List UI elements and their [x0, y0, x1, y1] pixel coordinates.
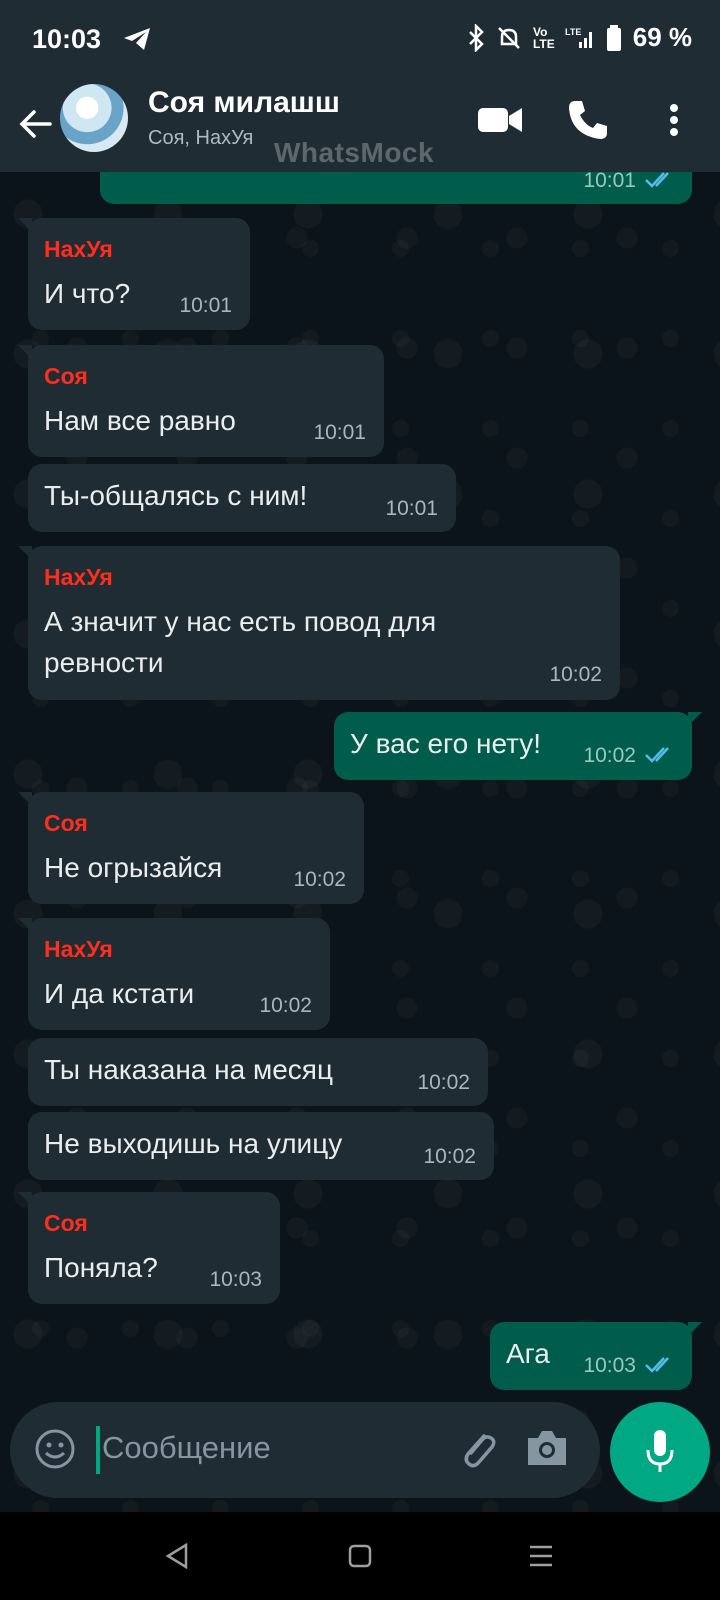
message-sender: Соя: [44, 810, 88, 836]
message-text: Не огрызайся: [44, 852, 223, 883]
message-sender: НахУя: [44, 936, 113, 962]
bluetooth-icon: [469, 23, 484, 52]
message-time: 10:01: [179, 294, 232, 317]
message-incoming[interactable]: Соя Не огрызайся 10:02: [18, 792, 364, 904]
mute-icon: [498, 26, 520, 49]
svg-text:LTE: LTE: [565, 27, 581, 37]
status-icons: Vo LTE LTE 69 %: [467, 22, 692, 53]
message-incoming[interactable]: Соя Нам все равно 10:01: [18, 345, 384, 457]
status-time: 10:03: [32, 24, 102, 54]
system-nav-bar: [0, 1512, 720, 1600]
attach-icon[interactable]: [454, 1426, 502, 1474]
message-time: 10:01: [385, 497, 438, 520]
chat-title[interactable]: Соя милашш: [148, 86, 340, 120]
message-time: 10:02: [583, 744, 636, 767]
message-text: Поняла?: [44, 1252, 158, 1283]
message-time: 10:01: [583, 172, 636, 192]
message-outgoing[interactable]: У вас его нету! 10:02: [334, 712, 702, 780]
mic-button[interactable]: [610, 1402, 710, 1502]
mic-icon: [646, 1430, 674, 1472]
chat-area[interactable]: 10:01 НахУя И что? 10:01 Соя Нам все рав…: [0, 172, 720, 1512]
message-composer[interactable]: Сообщение: [10, 1402, 600, 1498]
volte-icon: Vo LTE: [532, 24, 555, 51]
message-text: А значит у нас есть повод для: [44, 606, 437, 637]
message-text: Ты наказана на месяц: [44, 1054, 333, 1085]
message-sender: Соя: [44, 1210, 88, 1236]
chat-members[interactable]: Соя, НахУя: [148, 127, 253, 150]
message-time: 10:03: [209, 1268, 262, 1291]
nav-recents-icon[interactable]: [528, 1544, 554, 1568]
message-incoming[interactable]: Ты-общалясь с ним! 10:01: [28, 464, 456, 532]
message-time: 10:02: [293, 868, 346, 891]
message-outgoing[interactable]: Ага 10:03: [490, 1322, 702, 1390]
message-text: Нам все равно: [44, 405, 236, 436]
message-time: 10:01: [313, 421, 366, 444]
back-arrow-icon[interactable]: [14, 102, 58, 146]
watermark: WhatsMock: [274, 137, 435, 168]
message-text: Ты-общалясь с ним!: [44, 480, 308, 511]
message-incoming[interactable]: НахУя А значит у нас есть повод для ревн…: [18, 546, 620, 700]
message-outgoing[interactable]: 10:01: [100, 172, 692, 204]
nav-home-icon[interactable]: [348, 1544, 372, 1568]
signal-icon: LTE: [565, 27, 592, 48]
text-cursor: [96, 1426, 100, 1474]
message-text: И да кстати: [44, 978, 195, 1009]
message-text: И что?: [44, 278, 131, 309]
message-text-line2: ревности: [44, 647, 164, 678]
video-call-icon[interactable]: [476, 98, 524, 142]
read-ticks-icon: [645, 1357, 669, 1373]
message-text: Не выходишь на улицу: [44, 1128, 343, 1159]
status-bar: 10:03 Vo LTE LTE 69 %: [0, 0, 720, 80]
telegram-icon: [124, 28, 150, 50]
battery-icon: [606, 24, 621, 51]
message-time: 10:02: [417, 1071, 470, 1094]
message-sender: НахУя: [44, 236, 113, 262]
group-avatar[interactable]: [60, 84, 128, 152]
chat-header: Соя милашш Соя, НахУя WhatsMock: [0, 80, 720, 172]
message-incoming[interactable]: Ты наказана на месяц 10:02: [28, 1038, 488, 1106]
message-text: Ага: [506, 1338, 550, 1369]
message-time: 10:03: [583, 1354, 636, 1377]
message-sender: НахУя: [44, 564, 113, 590]
message-input[interactable]: Сообщение: [102, 1430, 271, 1466]
emoji-icon[interactable]: [34, 1428, 76, 1470]
message-incoming[interactable]: НахУя И да кстати 10:02: [18, 918, 330, 1030]
read-ticks-icon: [645, 747, 669, 763]
more-icon[interactable]: [664, 98, 684, 142]
message-time: 10:02: [549, 663, 602, 686]
message-incoming[interactable]: Соя Поняла? 10:03: [18, 1192, 280, 1304]
message-time: 10:02: [423, 1145, 476, 1168]
message-incoming[interactable]: НахУя И что? 10:01: [18, 218, 250, 330]
message-sender: Соя: [44, 363, 88, 389]
nav-back-icon[interactable]: [164, 1542, 190, 1570]
battery-level: 69 %: [632, 22, 692, 52]
read-ticks-icon: [645, 172, 669, 188]
message-text: У вас его нету!: [350, 728, 542, 759]
message-incoming[interactable]: Не выходишь на улицу 10:02: [28, 1112, 494, 1180]
camera-icon[interactable]: [524, 1428, 570, 1468]
message-time: 10:02: [259, 994, 312, 1017]
phone-icon[interactable]: [566, 98, 610, 142]
